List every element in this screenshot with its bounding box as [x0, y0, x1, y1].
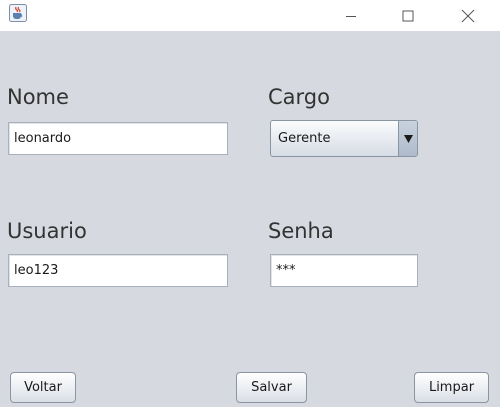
senha-label: Senha: [268, 219, 334, 243]
voltar-button[interactable]: Voltar: [10, 372, 76, 403]
close-button[interactable]: [445, 0, 491, 31]
java-cup-icon: [9, 4, 27, 22]
dropdown-arrow-icon[interactable]: [398, 121, 417, 156]
limpar-button[interactable]: Limpar: [414, 372, 489, 403]
cargo-combobox[interactable]: Gerente: [270, 120, 418, 157]
maximize-button[interactable]: [385, 0, 431, 31]
senha-field[interactable]: ***: [270, 254, 418, 287]
cargo-selected-value: Gerente: [278, 131, 331, 146]
maximize-icon: [402, 10, 414, 21]
nome-field[interactable]: leonardo: [8, 122, 228, 155]
close-icon: [461, 9, 475, 22]
minimize-button[interactable]: [328, 0, 374, 31]
usuario-label: Usuario: [7, 219, 87, 243]
cargo-label: Cargo: [268, 85, 330, 109]
usuario-field[interactable]: leo123: [8, 254, 228, 287]
title-bar: [0, 0, 500, 31]
nome-label: Nome: [7, 85, 69, 109]
salvar-button[interactable]: Salvar: [236, 372, 307, 403]
minimize-icon: [346, 15, 356, 17]
